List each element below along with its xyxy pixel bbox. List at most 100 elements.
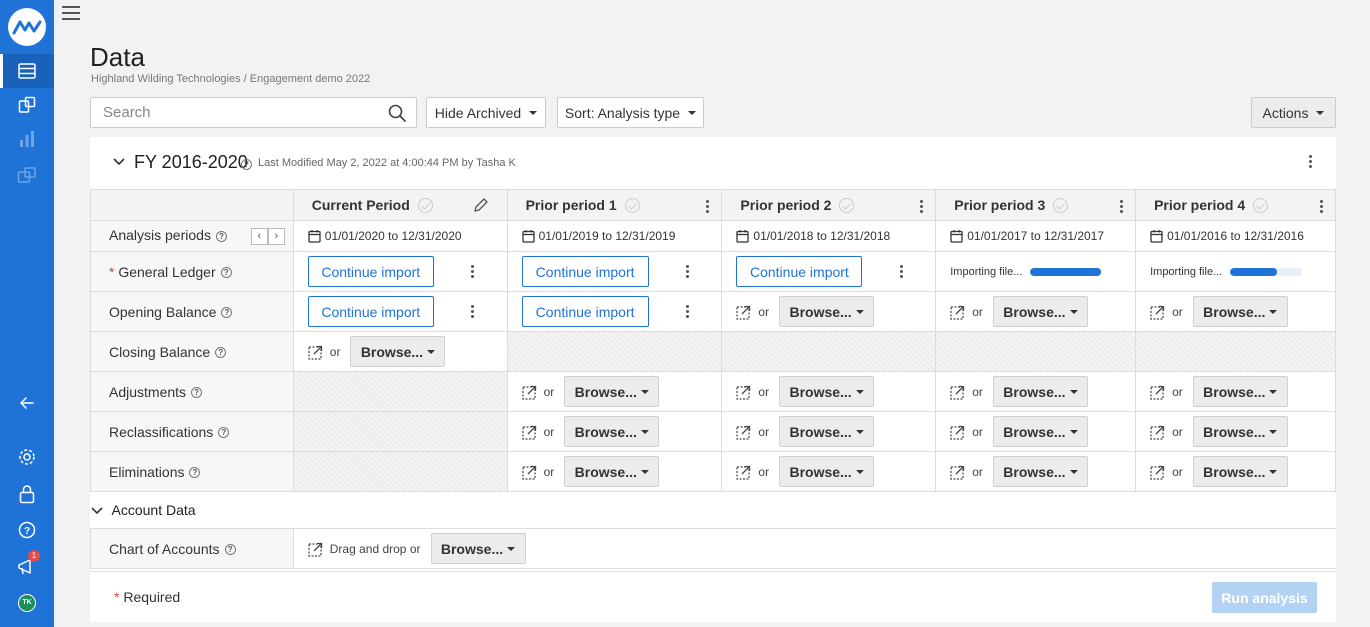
disabled-cell <box>721 331 937 372</box>
help-icon[interactable]: ? <box>241 159 252 170</box>
sidebar-item-help[interactable]: ? <box>0 513 54 547</box>
breadcrumb[interactable]: Highland Wilding Technologies / Engageme… <box>91 73 370 85</box>
cell-more-icon[interactable] <box>683 303 691 319</box>
column-label: Prior period 2 <box>740 196 832 213</box>
or-text: or <box>758 304 770 319</box>
sidebar-item-security[interactable] <box>0 477 54 511</box>
drop-zone[interactable]: or <box>950 424 983 440</box>
period-range[interactable]: 01/01/2018 to 12/31/2018 <box>721 220 937 252</box>
sidebar-item-data[interactable] <box>0 54 54 88</box>
cell-more-icon[interactable] <box>683 263 691 279</box>
continue-import-button[interactable]: Continue import <box>521 296 649 327</box>
browse-button[interactable]: Browse... <box>1192 296 1288 327</box>
sidebar-item-reports[interactable] <box>0 158 54 192</box>
group-more-icon[interactable] <box>1306 153 1314 169</box>
drop-zone[interactable]: or <box>1150 384 1183 400</box>
collapse-sidebar-button[interactable] <box>0 386 54 420</box>
help-icon[interactable]: ? <box>215 230 227 242</box>
upload-icon <box>308 345 322 360</box>
hide-archived-dropdown[interactable]: Hide Archived <box>426 97 546 128</box>
continue-import-button[interactable]: Continue import <box>521 256 649 287</box>
group-title: FY 2016-2020 <box>134 152 248 172</box>
browse-button[interactable]: Browse... <box>992 416 1088 447</box>
browse-button[interactable]: Browse... <box>992 376 1088 407</box>
drop-zone[interactable]: or <box>521 464 554 480</box>
drop-zone[interactable]: or <box>521 424 554 440</box>
continue-import-button[interactable]: Continue import <box>736 256 863 287</box>
browse-button[interactable]: Browse... <box>564 376 660 407</box>
continue-import-button[interactable]: Continue import <box>307 296 434 327</box>
help-icon[interactable]: ? <box>220 267 232 279</box>
drop-zone[interactable]: or <box>1150 464 1183 480</box>
actions-dropdown[interactable]: Actions <box>1251 97 1336 128</box>
drop-zone[interactable]: or <box>736 384 769 400</box>
drop-zone[interactable]: or <box>736 304 769 320</box>
pencil-icon[interactable] <box>473 197 489 213</box>
browse-button[interactable]: Browse... <box>1192 416 1288 447</box>
run-analysis-button[interactable]: Run analysis <box>1212 582 1317 613</box>
or-text: or <box>1172 304 1183 319</box>
browse-label: Browse... <box>440 540 504 557</box>
browse-button[interactable]: Browse... <box>992 296 1088 327</box>
chevron-right-icon[interactable]: › <box>267 227 285 245</box>
help-icon[interactable]: ? <box>215 347 227 359</box>
browse-button[interactable]: Browse... <box>564 456 660 487</box>
period-range[interactable]: 01/01/2020 to 12/31/2020 <box>292 220 508 252</box>
user-menu[interactable]: TK <box>0 586 54 620</box>
browse-button[interactable]: Browse... <box>779 376 875 407</box>
browse-button[interactable]: Browse... <box>350 336 446 367</box>
drop-zone[interactable]: Drag and drop or <box>308 541 421 557</box>
sidebar: ? 1 TK <box>0 0 54 627</box>
column-more-icon[interactable] <box>1317 198 1325 214</box>
help-icon[interactable]: ? <box>221 307 233 319</box>
account-data-header[interactable]: Account Data <box>90 491 1336 529</box>
search-input[interactable] <box>91 98 371 127</box>
upload-icon <box>521 425 536 440</box>
browse-button[interactable]: Browse... <box>430 533 526 564</box>
browse-button[interactable]: Browse... <box>779 296 875 327</box>
sidebar-item-analytics[interactable] <box>0 122 54 156</box>
browse-button[interactable]: Browse... <box>564 416 660 447</box>
browse-button[interactable]: Browse... <box>779 416 875 447</box>
drop-zone[interactable]: or <box>950 304 983 320</box>
cell-more-icon[interactable] <box>897 263 905 279</box>
cell-more-icon[interactable] <box>469 303 477 319</box>
sidebar-item-settings[interactable] <box>0 440 54 474</box>
period-range[interactable]: 01/01/2019 to 12/31/2019 <box>506 220 723 252</box>
chevron-down-icon[interactable] <box>90 507 103 515</box>
required-note: * Required <box>114 589 180 605</box>
app-logo[interactable] <box>8 8 46 46</box>
browse-button[interactable]: Browse... <box>779 456 875 487</box>
upload-icon <box>950 465 965 480</box>
sort-dropdown[interactable]: Sort: Analysis type <box>557 97 704 128</box>
drop-zone[interactable]: or <box>950 384 983 400</box>
sidebar-item-mapping[interactable] <box>0 88 54 122</box>
continue-import-button[interactable]: Continue import <box>307 256 434 287</box>
column-more-icon[interactable] <box>703 198 711 214</box>
drop-zone[interactable]: or <box>736 464 769 480</box>
browse-button[interactable]: Browse... <box>992 456 1088 487</box>
column-more-icon[interactable] <box>917 198 925 214</box>
browse-button[interactable]: Browse... <box>1192 456 1288 487</box>
search-icon[interactable] <box>388 104 406 127</box>
browse-button[interactable]: Browse... <box>1192 376 1288 407</box>
help-icon[interactable]: ? <box>189 467 201 479</box>
drop-zone[interactable]: or <box>521 384 554 400</box>
chevron-down-icon[interactable] <box>113 158 125 166</box>
column-more-icon[interactable] <box>1117 198 1125 214</box>
hamburger-menu-icon[interactable] <box>62 6 80 20</box>
help-icon[interactable]: ? <box>224 544 236 556</box>
sidebar-item-notifications[interactable]: 1 <box>0 550 54 584</box>
drop-zone[interactable]: or <box>736 424 769 440</box>
drop-zone[interactable]: or <box>1150 304 1183 320</box>
period-range[interactable]: 01/01/2017 to 12/31/2017 <box>935 220 1137 252</box>
help-icon[interactable]: ? <box>191 387 203 399</box>
chevron-left-icon[interactable]: ‹ <box>250 227 268 245</box>
drop-zone[interactable]: or <box>1150 424 1183 440</box>
help-icon[interactable]: ? <box>218 427 230 439</box>
cell-more-icon[interactable] <box>469 263 477 279</box>
period-range[interactable]: 01/01/2016 to 12/31/2016 <box>1135 220 1336 252</box>
drop-zone[interactable]: or <box>308 344 340 360</box>
row-label-opening-balance: Opening Balance? <box>90 291 294 332</box>
drop-zone[interactable]: or <box>950 464 983 480</box>
